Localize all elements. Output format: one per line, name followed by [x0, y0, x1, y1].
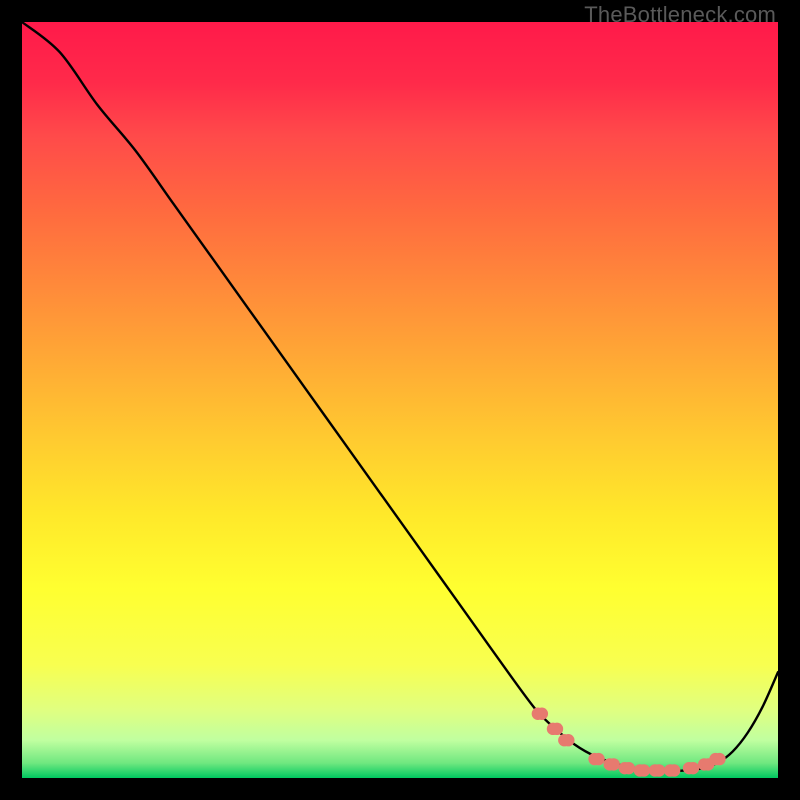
- highlight-dot: [664, 764, 680, 776]
- highlight-dot: [709, 753, 725, 765]
- plot-area: [22, 22, 778, 778]
- highlight-dot: [603, 758, 619, 770]
- highlight-dot: [619, 762, 635, 774]
- highlight-dot: [683, 762, 699, 774]
- chart-svg: [22, 22, 778, 778]
- chart-container: TheBottleneck.com: [0, 0, 800, 800]
- highlight-dot: [532, 708, 548, 720]
- highlight-dot: [649, 764, 665, 776]
- highlight-dot: [588, 753, 604, 765]
- highlight-dot: [547, 723, 563, 735]
- highlight-dots: [532, 708, 726, 777]
- bottleneck-curve: [22, 22, 778, 771]
- highlight-dot: [634, 764, 650, 776]
- highlight-dot: [558, 734, 574, 746]
